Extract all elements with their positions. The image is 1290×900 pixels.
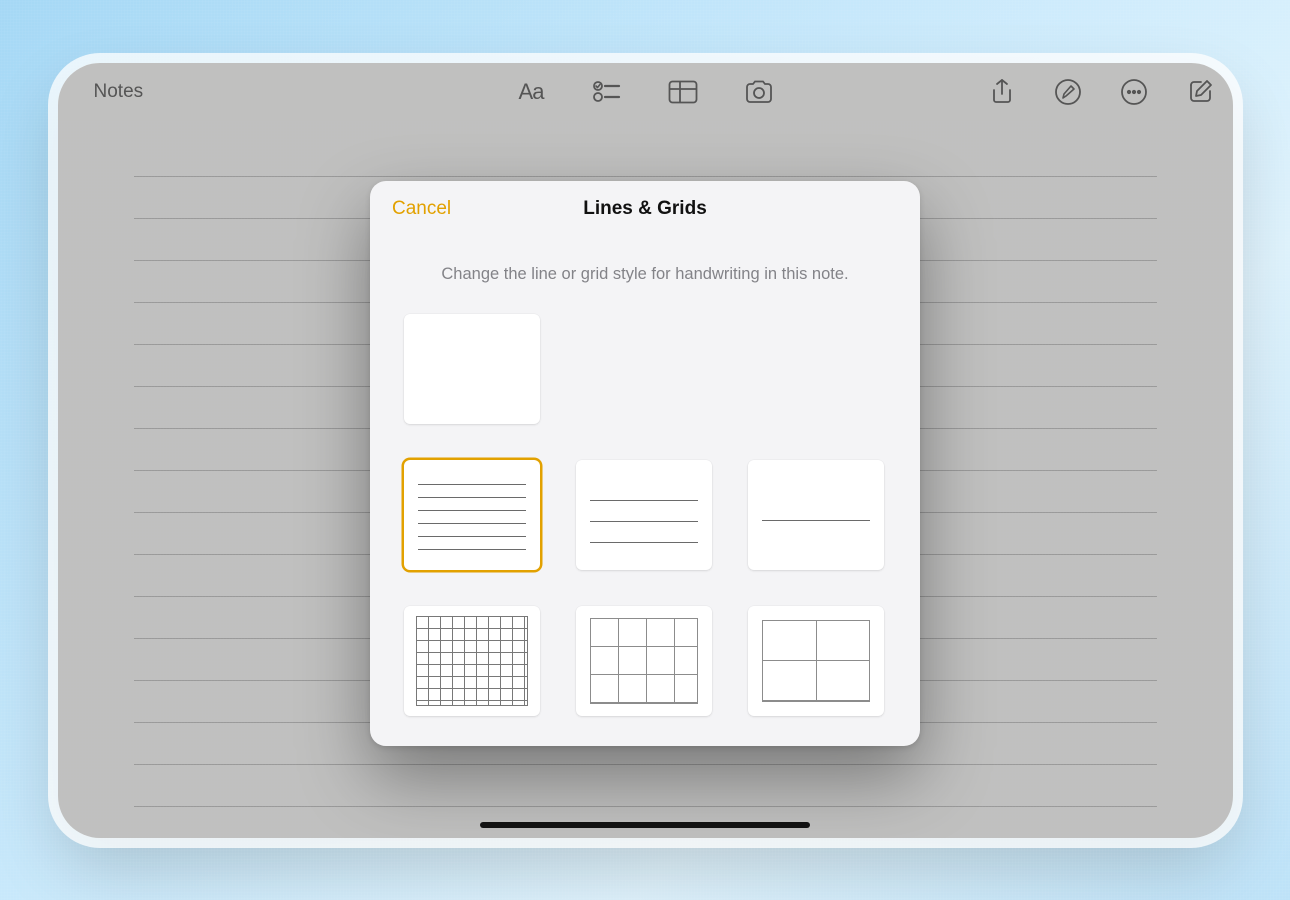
style-option-lines-mid[interactable]	[576, 460, 712, 570]
back-button[interactable]: Notes	[76, 78, 144, 105]
text-format-icon[interactable]: Aa	[516, 77, 546, 107]
compose-icon[interactable]	[1185, 77, 1215, 107]
style-option-lines-wide[interactable]	[748, 460, 884, 570]
chevron-left-icon	[76, 78, 90, 105]
home-indicator[interactable]	[480, 822, 810, 828]
modal-subtitle: Change the line or grid style for handwr…	[370, 237, 920, 314]
style-option-grid-mid[interactable]	[576, 606, 712, 716]
device-frame: Notes Aa	[58, 63, 1233, 838]
style-grid	[370, 314, 920, 716]
back-label: Notes	[94, 81, 144, 103]
style-option-blank[interactable]	[404, 314, 540, 424]
lines-grids-modal: Cancel Lines & Grids Change the line or …	[370, 181, 920, 746]
table-icon[interactable]	[668, 77, 698, 107]
cancel-button[interactable]: Cancel	[392, 198, 451, 220]
markup-icon[interactable]	[1053, 77, 1083, 107]
modal-title: Lines & Grids	[583, 198, 707, 220]
style-option-grid-dense[interactable]	[404, 606, 540, 716]
modal-header: Cancel Lines & Grids	[370, 181, 920, 237]
toolbar: Notes Aa	[58, 63, 1233, 121]
more-icon[interactable]	[1119, 77, 1149, 107]
checklist-icon[interactable]	[592, 77, 622, 107]
style-option-grid-large[interactable]	[748, 606, 884, 716]
share-icon[interactable]	[987, 77, 1017, 107]
camera-icon[interactable]	[744, 77, 774, 107]
style-option-lines-dense[interactable]	[404, 460, 540, 570]
